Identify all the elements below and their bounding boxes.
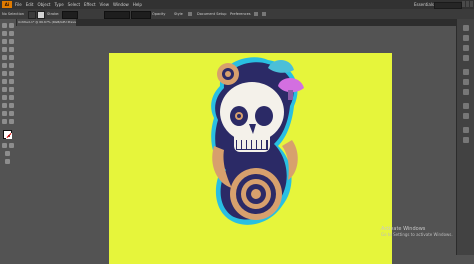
magic-wand-tool-icon[interactable] — [2, 31, 7, 36]
zoom-tool-icon[interactable] — [9, 119, 14, 124]
width-tool-icon[interactable] — [9, 71, 14, 76]
shape-builder-tool-icon[interactable] — [9, 79, 14, 84]
activate-subtitle: Go to Settings to activate Windows. — [381, 232, 453, 237]
drawing-mode-icon[interactable] — [5, 151, 10, 156]
artboard[interactable] — [109, 53, 392, 264]
stroke-panel-icon[interactable] — [463, 69, 469, 75]
graph-tool-icon[interactable] — [2, 111, 7, 116]
scale-tool-icon[interactable] — [2, 71, 7, 76]
screen-mode-icon[interactable] — [5, 159, 10, 164]
lasso-tool-icon[interactable] — [9, 31, 14, 36]
type-tool-icon[interactable] — [9, 39, 14, 44]
control-bar: No Selection Stroke: Opacity Style Docum… — [0, 9, 474, 19]
activate-windows-watermark: Activate Windows Go to Settings to activ… — [381, 226, 453, 238]
menu-edit[interactable]: Edit — [26, 0, 34, 9]
menu-type[interactable]: Type — [54, 0, 63, 9]
rotate-tool-icon[interactable] — [9, 63, 14, 68]
canvas-area[interactable] — [16, 26, 456, 264]
workspace-switcher[interactable]: Essentials — [414, 0, 434, 9]
gradient-tool-icon[interactable] — [2, 95, 7, 100]
variable-width-profile[interactable] — [104, 11, 130, 19]
document-tab[interactable]: Untitled-1* @ 66.67% (RGB/GPU Preview) — [16, 19, 76, 26]
preferences-button[interactable]: Preferences — [230, 9, 251, 19]
hand-tool-icon[interactable] — [2, 119, 7, 124]
gradient-panel-icon[interactable] — [463, 79, 469, 85]
menu-object[interactable]: Object — [37, 0, 50, 9]
free-transform-tool-icon[interactable] — [2, 79, 7, 84]
menu-view[interactable]: View — [100, 0, 110, 9]
graphic-style-icon[interactable] — [188, 12, 192, 16]
close-button[interactable] — [470, 1, 473, 7]
artboards-panel-icon[interactable] — [463, 137, 469, 143]
direct-selection-tool-icon[interactable] — [9, 23, 14, 28]
layers-panel-icon[interactable] — [463, 127, 469, 133]
swatches-panel-icon[interactable] — [463, 35, 469, 41]
panel-dock — [456, 19, 474, 255]
menu-list: File Edit Object Type Select Effect View… — [15, 0, 142, 9]
gradient-mode-icon[interactable] — [9, 143, 14, 148]
window-controls — [462, 1, 473, 7]
document-setup-button[interactable]: Document Setup — [197, 9, 226, 19]
transparency-panel-icon[interactable] — [463, 89, 469, 95]
app-logo: Ai — [2, 1, 12, 8]
brush-definition[interactable] — [131, 11, 151, 19]
artboard-tool-icon[interactable] — [9, 111, 14, 116]
symbols-panel-icon[interactable] — [463, 55, 469, 61]
rectangle-tool-icon[interactable] — [9, 47, 14, 52]
pen-tool-icon[interactable] — [2, 39, 7, 44]
pencil-tool-icon[interactable] — [9, 55, 14, 60]
menu-bar: Ai File Edit Object Type Select Effect V… — [0, 0, 474, 9]
color-panel-icon[interactable] — [463, 25, 469, 31]
search-input[interactable] — [434, 2, 462, 9]
style-label[interactable]: Style — [174, 9, 183, 19]
maximize-button[interactable] — [466, 1, 469, 7]
align-icon[interactable] — [262, 12, 266, 16]
eraser-tool-icon[interactable] — [2, 63, 7, 68]
symbol-sprayer-tool-icon[interactable] — [9, 103, 14, 108]
perspective-grid-tool-icon[interactable] — [2, 87, 7, 92]
selection-status: No Selection — [2, 12, 25, 16]
appearance-panel-icon[interactable] — [463, 103, 469, 109]
minimize-button[interactable] — [462, 1, 465, 7]
stroke-swatch[interactable] — [37, 11, 45, 19]
skull-artwork[interactable] — [206, 54, 306, 229]
menu-window[interactable]: Window — [113, 0, 129, 9]
fill-swatch[interactable] — [28, 11, 36, 19]
menu-file[interactable]: File — [15, 0, 22, 9]
paintbrush-tool-icon[interactable] — [2, 55, 7, 60]
selection-tool-icon[interactable] — [2, 23, 7, 28]
color-mode-icon[interactable] — [2, 143, 7, 148]
document-tabbar: Untitled-1* @ 66.67% (RGB/GPU Preview) — [16, 19, 456, 26]
menu-help[interactable]: Help — [133, 0, 142, 9]
line-tool-icon[interactable] — [2, 47, 7, 52]
mesh-tool-icon[interactable] — [9, 87, 14, 92]
opacity-label[interactable]: Opacity — [152, 9, 165, 19]
blend-tool-icon[interactable] — [2, 103, 7, 108]
stroke-weight-field[interactable] — [62, 11, 78, 19]
brushes-panel-icon[interactable] — [463, 45, 469, 51]
tools-panel — [0, 19, 17, 255]
graphic-styles-panel-icon[interactable] — [463, 113, 469, 119]
stroke-label: Stroke: — [47, 12, 60, 16]
eyedropper-tool-icon[interactable] — [9, 95, 14, 100]
menu-effect[interactable]: Effect — [84, 0, 96, 9]
arrange-icon[interactable] — [254, 12, 258, 16]
menu-select[interactable]: Select — [68, 0, 80, 9]
